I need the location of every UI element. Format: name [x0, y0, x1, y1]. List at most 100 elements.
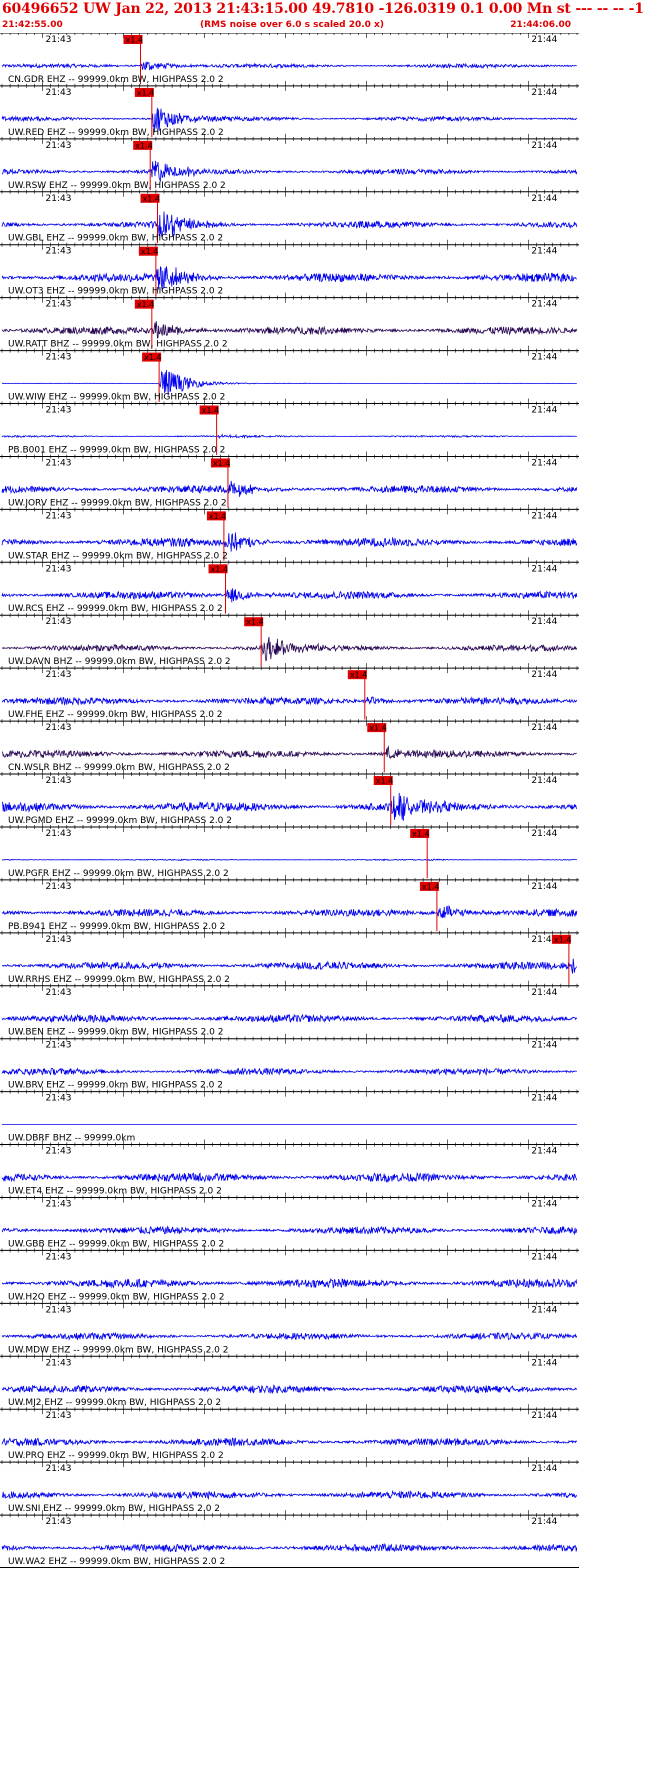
tick-label: 21:44 [531, 35, 557, 45]
tick-label: 21:43 [45, 988, 71, 998]
pick-label: x1.4 [211, 565, 228, 574]
station-label: UW.BEN EHZ -- 99999.0km BW, HIGHPASS 2.0… [8, 1028, 224, 1038]
tick-label: 21:44 [531, 829, 557, 839]
tick-label: 21:44 [531, 1358, 557, 1368]
waveform-trace [1, 1013, 578, 1024]
pick-label: x1.4 [422, 882, 439, 891]
tick-label: 21:43 [45, 1252, 71, 1262]
station-label: UW.ET4 EHZ -- 99999.0km BW, HIGHPASS 2.0… [8, 1186, 222, 1196]
start-time: 21:42:55.00 [2, 20, 63, 30]
tick-label: 21:44 [531, 1464, 557, 1474]
tick-label: 21:43 [45, 1094, 71, 1104]
waveform-trace [1, 1437, 578, 1448]
tick-label: 21:44 [531, 458, 557, 468]
waveform-trace [1, 480, 578, 497]
tick-label: 21:43 [45, 511, 71, 521]
tick-label: 21:43 [45, 617, 71, 627]
station-label: UW.PGFR EHZ -- 99999.0km BW, HIGHPASS 2.… [8, 869, 229, 879]
waveform-trace [1, 1542, 578, 1553]
waveform-trace [1, 1384, 578, 1395]
tick-label: 21:43 [45, 458, 71, 468]
station-label: UW.STAR EHZ -- 99999.0km BW, HIGHPASS 2.… [8, 551, 228, 561]
waveform-trace [1, 532, 578, 552]
waveform-trace [1, 588, 578, 603]
tick-label: 21:44 [531, 88, 557, 98]
tick-label: 21:43 [45, 353, 71, 363]
station-label: UW.PGMD EHZ -- 99999.0km BW, HIGHPASS 2.… [8, 816, 232, 826]
header: 60496652 UW Jan 22, 2013 21:43:15.00 49.… [0, 0, 644, 33]
station-label: UW.DAVN BHZ -- 99999.0km BW, HIGHPASS 2.… [8, 657, 231, 667]
station-label: UW.JORV EHZ -- 99999.0km BW, HIGHPASS 2.… [8, 498, 227, 508]
pick-label: x1.4 [144, 353, 161, 362]
tick-label: 21:44 [531, 1147, 557, 1157]
tick-label: 21:43 [45, 1147, 71, 1157]
waveform-trace [1, 904, 578, 919]
waveform-trace [1, 745, 577, 760]
pick-label: x1.4 [142, 194, 159, 203]
tick-label: 21:43 [45, 406, 71, 416]
tick-label: 21:43 [45, 88, 71, 98]
tick-label: 21:43 [45, 300, 71, 310]
station-label: UW.FHE EHZ -- 99999.0km BW, HIGHPASS 2.0… [8, 710, 223, 720]
pick-label: x1.4 [137, 88, 154, 97]
tick-label: 21:44 [531, 1411, 557, 1421]
pick-label: x1.4 [137, 300, 154, 309]
waveform-trace [1, 858, 578, 862]
station-label: PB.B941 EHZ -- 99999.0km BW, HIGHPASS 2.… [8, 922, 225, 932]
tick-label: 21:44 [531, 564, 557, 574]
station-label: UW.H2O EHZ -- 99999.0km BW, HIGHPASS 2.0… [8, 1292, 224, 1302]
tick-label: 21:43 [45, 1305, 71, 1315]
tick-label: 21:43 [45, 564, 71, 574]
tick-label: 21:43 [45, 247, 71, 257]
rms-note: (RMS noise over 6.0 s scaled 20.0 x) [200, 20, 384, 30]
tick-label: 21:44 [531, 141, 557, 151]
tick-label: 21:43 [45, 776, 71, 786]
tick-label: 21:44 [531, 988, 557, 998]
station-label: PB.B001 EHZ -- 99999.0km BW, HIGHPASS 2.… [8, 445, 225, 455]
tick-label: 21:44 [531, 670, 557, 680]
pick-label: x1.4 [213, 459, 230, 468]
tick-label: 21:43 [45, 723, 71, 733]
station-label: UW.GBL EHZ -- 99999.0km BW, HIGHPASS 2.0… [8, 234, 223, 244]
waveform-trace [1, 958, 578, 974]
tick-label: 21:43 [45, 882, 71, 892]
station-label: CN.GDR EHZ -- 99999.0km BW, HIGHPASS 2.0… [8, 75, 224, 85]
waveform-trace [1, 1067, 577, 1076]
tick-label: 21:44 [531, 353, 557, 363]
station-label: UW.GBB EHZ -- 99999.0km BW, HIGHPASS 2.0… [8, 1239, 224, 1249]
tick-label: 21:44 [531, 1199, 557, 1209]
waveform-trace [1, 1225, 578, 1236]
station-label: UW.SNI EHZ -- 99999.0km BW, HIGHPASS 2.0… [8, 1504, 220, 1514]
station-label: UW.WIW EHZ -- 99999.0km BW, HIGHPASS 2.0… [8, 393, 225, 403]
tick-label: 21:43 [45, 1517, 71, 1527]
pick-label: x1.4 [412, 829, 429, 838]
waveform-trace [1, 61, 577, 71]
station-label: UW.PRO EHZ -- 99999.0km BW, HIGHPASS 2.0… [8, 1451, 224, 1461]
pick-label: x1.4 [209, 512, 226, 521]
waveform-trace [1, 321, 578, 339]
tick-label: 21:44 [531, 617, 557, 627]
waveform-trace [1, 1277, 578, 1289]
station-label: UW.WA2 EHZ -- 99999.0km BW, HIGHPASS 2.0… [8, 1557, 225, 1567]
tick-label: 21:44 [531, 511, 557, 521]
tick-label: 21:43 [45, 35, 71, 45]
station-label: UW.BRV EHZ -- 99999.0km BW, HIGHPASS 2.0… [8, 1081, 223, 1091]
waveform-trace [1, 1489, 578, 1500]
waveform-trace [1, 433, 577, 440]
tick-label: 21:44 [531, 1252, 557, 1262]
pick-label: x1.4 [376, 777, 393, 786]
tick-label: 21:43 [45, 141, 71, 151]
station-label: UW.RSW EHZ -- 99999.0km BW, HIGHPASS 2.0… [8, 181, 226, 191]
tick-label: 21:44 [531, 406, 557, 416]
tick-label: 21:43 [45, 1464, 71, 1474]
seismogram-chart: 21:43 21:44 x1.4 CN.GDR EHZ -- 99999.0km BW… [0, 33, 579, 1568]
station-label: UW.RATT BHZ -- 99999.0km BW, HIGHPASS 2.… [8, 340, 228, 350]
pick-label: x1.4 [141, 247, 158, 256]
tick-label: 21:44 [531, 194, 557, 204]
tick-label: 21:44 [531, 882, 557, 892]
station-label: UW.MDW EHZ -- 99999.0km BW, HIGHPASS 2.0… [8, 1345, 229, 1355]
pick-label: x1.4 [135, 141, 152, 150]
tick-label: 21:44 [531, 723, 557, 733]
pick-label: x1.4 [246, 618, 263, 627]
tick-label: 21:43 [45, 1411, 71, 1421]
